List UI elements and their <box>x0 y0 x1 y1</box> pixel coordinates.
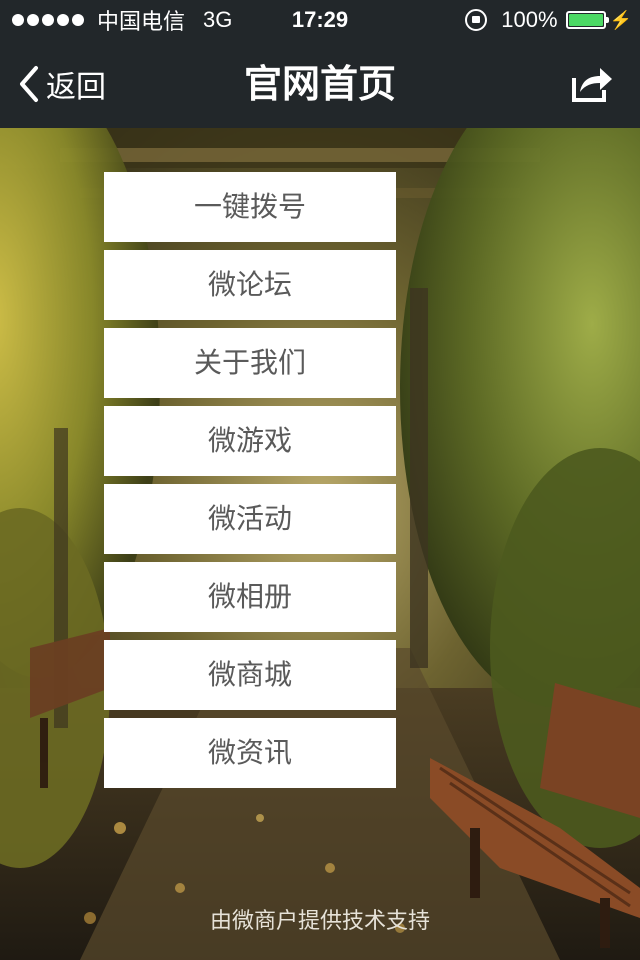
battery-icon <box>565 11 609 29</box>
navigation-bar: 返回 官网首页 <box>0 40 640 128</box>
back-button[interactable]: 返回 <box>18 40 106 128</box>
menu-item-forum[interactable]: 微论坛 <box>104 250 396 320</box>
menu-item-mall[interactable]: 微商城 <box>104 640 396 710</box>
signal-strength-icon <box>12 14 87 26</box>
menu-item-games[interactable]: 微游戏 <box>104 406 396 476</box>
menu-list: 一键拨号 微论坛 关于我们 微游戏 微活动 微相册 微商城 微资讯 <box>104 172 396 796</box>
chevron-left-icon <box>20 66 38 102</box>
back-label: 返回 <box>46 70 106 105</box>
status-right: 100% ⚡ <box>465 0 632 40</box>
battery-percentage: 100% <box>501 7 558 32</box>
footer-credit: 由微商户提供技术支持 <box>209 909 430 934</box>
network-type: 3G <box>203 7 233 32</box>
charging-bolt-icon: ⚡ <box>609 10 632 30</box>
status-left: 中国电信 3G <box>12 0 232 40</box>
menu-item-events[interactable]: 微活动 <box>104 484 396 554</box>
battery-fill <box>568 14 603 26</box>
share-icon <box>572 68 612 102</box>
status-bar: 中国电信 3G 17:29 100% ⚡ <box>0 0 640 40</box>
orientation-lock-icon <box>465 9 488 31</box>
carrier-name: 中国电信 <box>97 9 186 34</box>
menu-item-album[interactable]: 微相册 <box>104 562 396 632</box>
menu-item-about-us[interactable]: 关于我们 <box>104 328 396 398</box>
share-button[interactable] <box>570 64 614 104</box>
menu-item-one-click-dial[interactable]: 一键拨号 <box>104 172 396 242</box>
menu-item-news[interactable]: 微资讯 <box>104 718 396 788</box>
